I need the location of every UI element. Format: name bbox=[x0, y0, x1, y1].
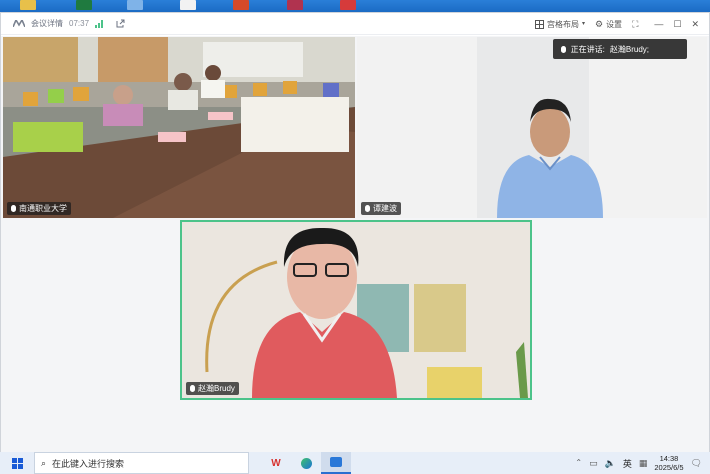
signal-strength-icon[interactable] bbox=[95, 19, 104, 28]
microphone-icon bbox=[190, 385, 195, 392]
video-tile[interactable]: 谭建波 正在讲话: 赵瀚Brudy; bbox=[357, 37, 707, 218]
participant-video bbox=[182, 222, 530, 398]
wps-app-icon[interactable]: W bbox=[261, 452, 291, 474]
participant-video bbox=[357, 37, 707, 218]
participant-name: 赵瀚Brudy bbox=[198, 384, 235, 393]
desktop-app-icon[interactable] bbox=[127, 0, 143, 10]
clock[interactable]: 14:38 2025/6/5 bbox=[654, 454, 683, 472]
volume-icon[interactable]: 🔈 bbox=[605, 458, 616, 468]
share-out-icon[interactable] bbox=[116, 19, 125, 28]
classroom-video bbox=[3, 37, 355, 218]
minimize-icon[interactable]: — bbox=[654, 19, 663, 29]
speaking-prefix: 正在讲话: bbox=[570, 44, 605, 54]
close-icon[interactable]: ✕ bbox=[691, 19, 699, 29]
grid-layout-icon bbox=[534, 19, 544, 29]
speaking-name: 赵瀚Brudy; bbox=[609, 44, 649, 54]
windows-logo-icon bbox=[11, 457, 23, 469]
desktop-file-icon[interactable] bbox=[287, 0, 303, 10]
video-tile-active-speaker[interactable]: 赵瀚Brudy bbox=[180, 220, 532, 400]
meeting-details-link[interactable]: 会议详情 bbox=[31, 18, 63, 29]
desktop-file-icon[interactable] bbox=[340, 0, 356, 10]
settings-label: 设置 bbox=[606, 19, 623, 29]
participant-name: 南通职业大学 bbox=[19, 204, 67, 213]
clock-time: 14:38 bbox=[659, 454, 679, 463]
title-bar: 会议详情 07:37 宫格布局 ▾ ⚙ 设置 ⛶ — ☐ ✕ bbox=[1, 13, 709, 35]
gear-icon: ⚙ bbox=[594, 18, 604, 29]
elapsed-time: 07:37 bbox=[69, 19, 90, 28]
excel-icon[interactable] bbox=[76, 0, 92, 10]
participant-name: 谭建波 bbox=[373, 204, 397, 213]
notification-icon[interactable]: 🗨 bbox=[691, 458, 702, 468]
search-icon: ⌕ bbox=[41, 457, 47, 468]
network-icon[interactable]: ▭ bbox=[589, 458, 598, 468]
desktop-icon-strip bbox=[0, 0, 710, 12]
layout-button[interactable]: 宫格布局 ▾ bbox=[534, 19, 585, 30]
chevron-up-icon[interactable]: ⌃ bbox=[575, 459, 582, 467]
active-speaker-indicator: 正在讲话: 赵瀚Brudy; bbox=[552, 39, 687, 59]
desktop-file-icon[interactable] bbox=[180, 0, 196, 10]
search-placeholder: 在此键入进行搜索 bbox=[52, 458, 125, 469]
system-tray: ⌃ ▭ 🔈 英 ▦ 14:38 2025/6/5 🗨 bbox=[575, 452, 710, 474]
video-grid: 南通职业大学 谭建波 正在讲话: 赵瀚Brudy; 赵瀚Brudy bbox=[1, 36, 709, 452]
edge-browser-icon[interactable] bbox=[291, 452, 321, 474]
meeting-app-taskbar-icon[interactable] bbox=[321, 452, 351, 474]
chevron-down-icon: ▾ bbox=[581, 21, 585, 27]
participant-name-tag: 南通职业大学 bbox=[7, 202, 71, 215]
participant-name-tag: 赵瀚Brudy bbox=[186, 382, 239, 395]
taskbar-search[interactable]: ⌕ 在此键入进行搜索 bbox=[34, 452, 249, 474]
layout-label: 宫格布局 bbox=[546, 19, 579, 29]
meeting-app-logo-icon bbox=[13, 20, 25, 27]
keyboard-grid-icon[interactable]: ▦ bbox=[639, 458, 648, 468]
settings-button[interactable]: ⚙ 设置 bbox=[595, 19, 622, 30]
maximize-icon[interactable]: ☐ bbox=[673, 19, 681, 29]
participant-name-tag: 谭建波 bbox=[361, 202, 401, 215]
video-tile[interactable]: 南通职业大学 bbox=[3, 37, 355, 218]
start-button[interactable] bbox=[0, 452, 34, 474]
microphone-icon bbox=[11, 205, 16, 212]
microphone-icon bbox=[560, 45, 566, 53]
desktop-file-icon[interactable] bbox=[20, 0, 36, 10]
taskbar: ⌕ 在此键入进行搜索 W ⌃ ▭ 🔈 英 ▦ 14:38 2025/6/5 🗨 bbox=[0, 452, 710, 474]
desktop-file-icon[interactable] bbox=[233, 0, 249, 10]
microphone-icon bbox=[365, 205, 370, 212]
input-method-indicator[interactable]: 英 bbox=[623, 457, 632, 470]
fullscreen-icon[interactable]: ⛶ bbox=[632, 19, 638, 29]
clock-date: 2025/6/5 bbox=[654, 463, 684, 472]
meeting-window: 会议详情 07:37 宫格布局 ▾ ⚙ 设置 ⛶ — ☐ ✕ 南通职业大学 谭建… bbox=[0, 12, 710, 452]
